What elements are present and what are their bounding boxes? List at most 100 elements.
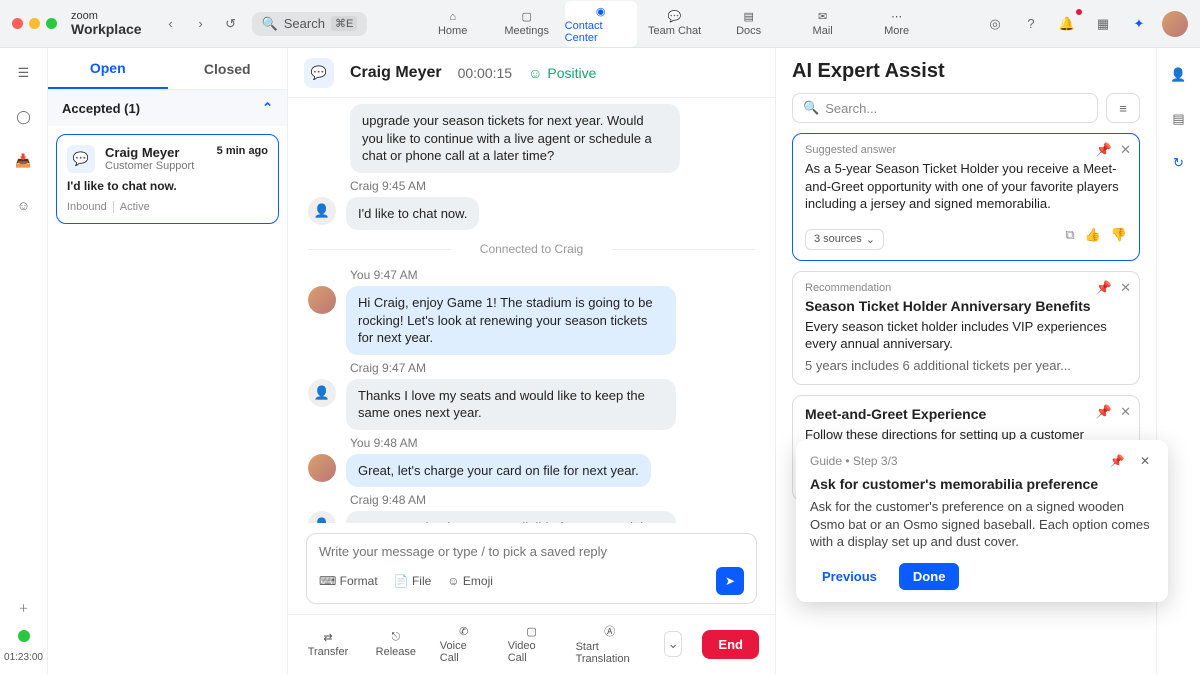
- message-bot: upgrade your season tickets for next yea…: [350, 104, 755, 173]
- mail-icon: ✉: [818, 10, 827, 23]
- tab-more[interactable]: ⋯More: [861, 1, 933, 47]
- ai-tab-icon[interactable]: ↻: [1166, 150, 1192, 176]
- profile-avatar[interactable]: [1162, 11, 1188, 37]
- pin-icon[interactable]: 📌: [1108, 452, 1126, 470]
- chat-transcript[interactable]: upgrade your season tickets for next yea…: [288, 98, 775, 523]
- message-agent: Great, let's charge your card on file fo…: [308, 454, 755, 488]
- tab-open[interactable]: Open: [48, 48, 168, 89]
- more-actions-button[interactable]: ⌄: [664, 631, 682, 657]
- card-extra: 5 years includes 6 additional tickets pe…: [805, 357, 1127, 375]
- system-divider: Connected to Craig: [308, 242, 755, 256]
- release-button[interactable]: ⎋Release: [372, 631, 420, 658]
- doc-icon: ▤: [743, 10, 753, 23]
- wait-time: 5 min ago: [217, 145, 268, 157]
- pin-icon[interactable]: 📌: [1096, 280, 1112, 296]
- guide-breadcrumb: Guide • Step 3/3: [810, 454, 898, 468]
- app-nav: ⌂Home ▢Meetings ◉Contact Center 💬Team Ch…: [375, 1, 974, 47]
- global-search[interactable]: 🔍 Search ⌘E: [252, 12, 368, 36]
- message-bubble: Hi Craig, enjoy Game 1! The stadium is g…: [346, 286, 676, 355]
- message-meta: Craig 9:45 AM: [350, 179, 755, 193]
- top-right-controls: ◎ ? 🔔 ▦ ✦: [982, 11, 1188, 37]
- help-icon[interactable]: ?: [1018, 11, 1044, 37]
- tab-home[interactable]: ⌂Home: [417, 1, 489, 47]
- inbox-rail-icon[interactable]: 📥: [11, 148, 37, 174]
- message-preview: I'd like to chat now.: [67, 179, 268, 193]
- format-button[interactable]: ⌨ Format: [319, 574, 378, 588]
- group-accepted[interactable]: Accepted (1) ⌃: [48, 90, 287, 126]
- notifications-icon[interactable]: 🔔: [1054, 11, 1080, 37]
- fullscreen-window-icon[interactable]: [46, 18, 57, 29]
- calendar-icon[interactable]: ▦: [1090, 11, 1116, 37]
- transfer-button[interactable]: ⇄Transfer: [304, 631, 352, 658]
- forward-button[interactable]: ›: [188, 11, 214, 37]
- file-button[interactable]: 📄 File: [394, 574, 432, 588]
- close-icon[interactable]: ✕: [1120, 280, 1131, 296]
- guide-body: Ask for the customer's preference on a s…: [810, 498, 1154, 551]
- engagement-card[interactable]: 💬 Craig Meyer Customer Support 5 min ago…: [56, 134, 279, 224]
- tab-team-chat[interactable]: 💬Team Chat: [639, 1, 711, 47]
- copy-icon[interactable]: ⧉: [1065, 227, 1074, 243]
- add-button[interactable]: ＋: [11, 594, 37, 620]
- tab-contact-center[interactable]: ◉Contact Center: [565, 1, 637, 47]
- end-button[interactable]: End: [702, 630, 759, 659]
- message-customer: 👤 I'd like to chat now.: [308, 197, 755, 231]
- notification-badge: [1076, 9, 1082, 15]
- translate-button[interactable]: ⒶStart Translation: [576, 623, 644, 665]
- cast-icon[interactable]: ◎: [982, 11, 1008, 37]
- notes-tab-icon[interactable]: ▤: [1166, 106, 1192, 132]
- close-icon[interactable]: ✕: [1120, 142, 1131, 158]
- sources-button[interactable]: 3 sources ⌄: [805, 229, 884, 250]
- minimize-window-icon[interactable]: [29, 18, 40, 29]
- menu-icon[interactable]: ☰: [11, 60, 37, 86]
- smile-icon: ☺: [528, 65, 542, 81]
- agent-avatar: [308, 286, 336, 314]
- send-button[interactable]: ➤: [716, 567, 744, 595]
- recommendation-card[interactable]: 📌 ✕ Recommendation Season Ticket Holder …: [792, 271, 1140, 386]
- tab-meetings[interactable]: ▢Meetings: [491, 1, 563, 47]
- pin-icon[interactable]: 📌: [1096, 142, 1112, 158]
- emoji-button[interactable]: ☺ Emoji: [447, 574, 493, 588]
- suggested-answer-card[interactable]: 📌 ✕ Suggested answer As a 5-year Season …: [792, 133, 1140, 261]
- thumbs-up-icon[interactable]: 👍: [1085, 227, 1101, 243]
- home-icon: ⌂: [449, 11, 456, 23]
- tab-docs[interactable]: ▤Docs: [713, 1, 785, 47]
- tab-mail[interactable]: ✉Mail: [787, 1, 859, 47]
- chat-channel-icon: 💬: [304, 58, 334, 88]
- headset-rail-icon[interactable]: ◯: [11, 104, 37, 130]
- message-input[interactable]: [319, 544, 744, 559]
- chat-icon: 💬: [668, 10, 682, 23]
- voice-call-button[interactable]: ✆Voice Call: [440, 625, 488, 664]
- card-label: Suggested answer: [805, 144, 1127, 156]
- pin-icon[interactable]: 📌: [1096, 404, 1112, 420]
- filter-button[interactable]: ≡: [1106, 93, 1140, 123]
- ai-sparkle-icon[interactable]: ✦: [1126, 11, 1152, 37]
- profile-tab-icon[interactable]: 👤: [1166, 62, 1192, 88]
- tab-closed[interactable]: Closed: [168, 48, 288, 89]
- bot-rail-icon[interactable]: ☺: [11, 192, 37, 218]
- guide-title: Ask for customer's memorabilia preferenc…: [810, 476, 1154, 492]
- ai-search-input[interactable]: 🔍 Search...: [792, 93, 1098, 123]
- close-icon[interactable]: ✕: [1120, 404, 1131, 420]
- contact-name: Craig Meyer: [105, 145, 194, 160]
- person-icon: 👤: [308, 511, 336, 523]
- chat-panel: 💬 Craig Meyer 00:00:15 ☺ Positive upgrad…: [288, 48, 776, 675]
- message-meta: You 9:47 AM: [350, 268, 755, 282]
- phone-icon: ✆: [459, 625, 468, 638]
- history-button[interactable]: ↺: [218, 11, 244, 37]
- back-button[interactable]: ‹: [158, 11, 184, 37]
- history-nav: ‹ › ↺: [158, 11, 244, 37]
- close-icon[interactable]: ✕: [1136, 452, 1154, 470]
- transfer-icon: ⇄: [323, 631, 332, 644]
- more-icon: ⋯: [891, 10, 902, 23]
- session-timer: 01:23:00: [4, 652, 43, 663]
- presence-indicator: [18, 630, 30, 642]
- video-call-button[interactable]: ▢Video Call: [508, 625, 556, 664]
- message-meta: Craig 9:48 AM: [350, 493, 755, 507]
- close-window-icon[interactable]: [12, 18, 23, 29]
- engagements-panel: Open Closed Accepted (1) ⌃ 💬 Craig Meyer…: [48, 48, 288, 675]
- previous-button[interactable]: Previous: [810, 563, 889, 590]
- thumbs-down-icon[interactable]: 👎: [1111, 227, 1127, 243]
- guide-popover: Guide • Step 3/3 📌 ✕ Ask for customer's …: [796, 440, 1168, 602]
- chat-channel-icon: 💬: [67, 145, 95, 173]
- done-button[interactable]: Done: [899, 563, 960, 590]
